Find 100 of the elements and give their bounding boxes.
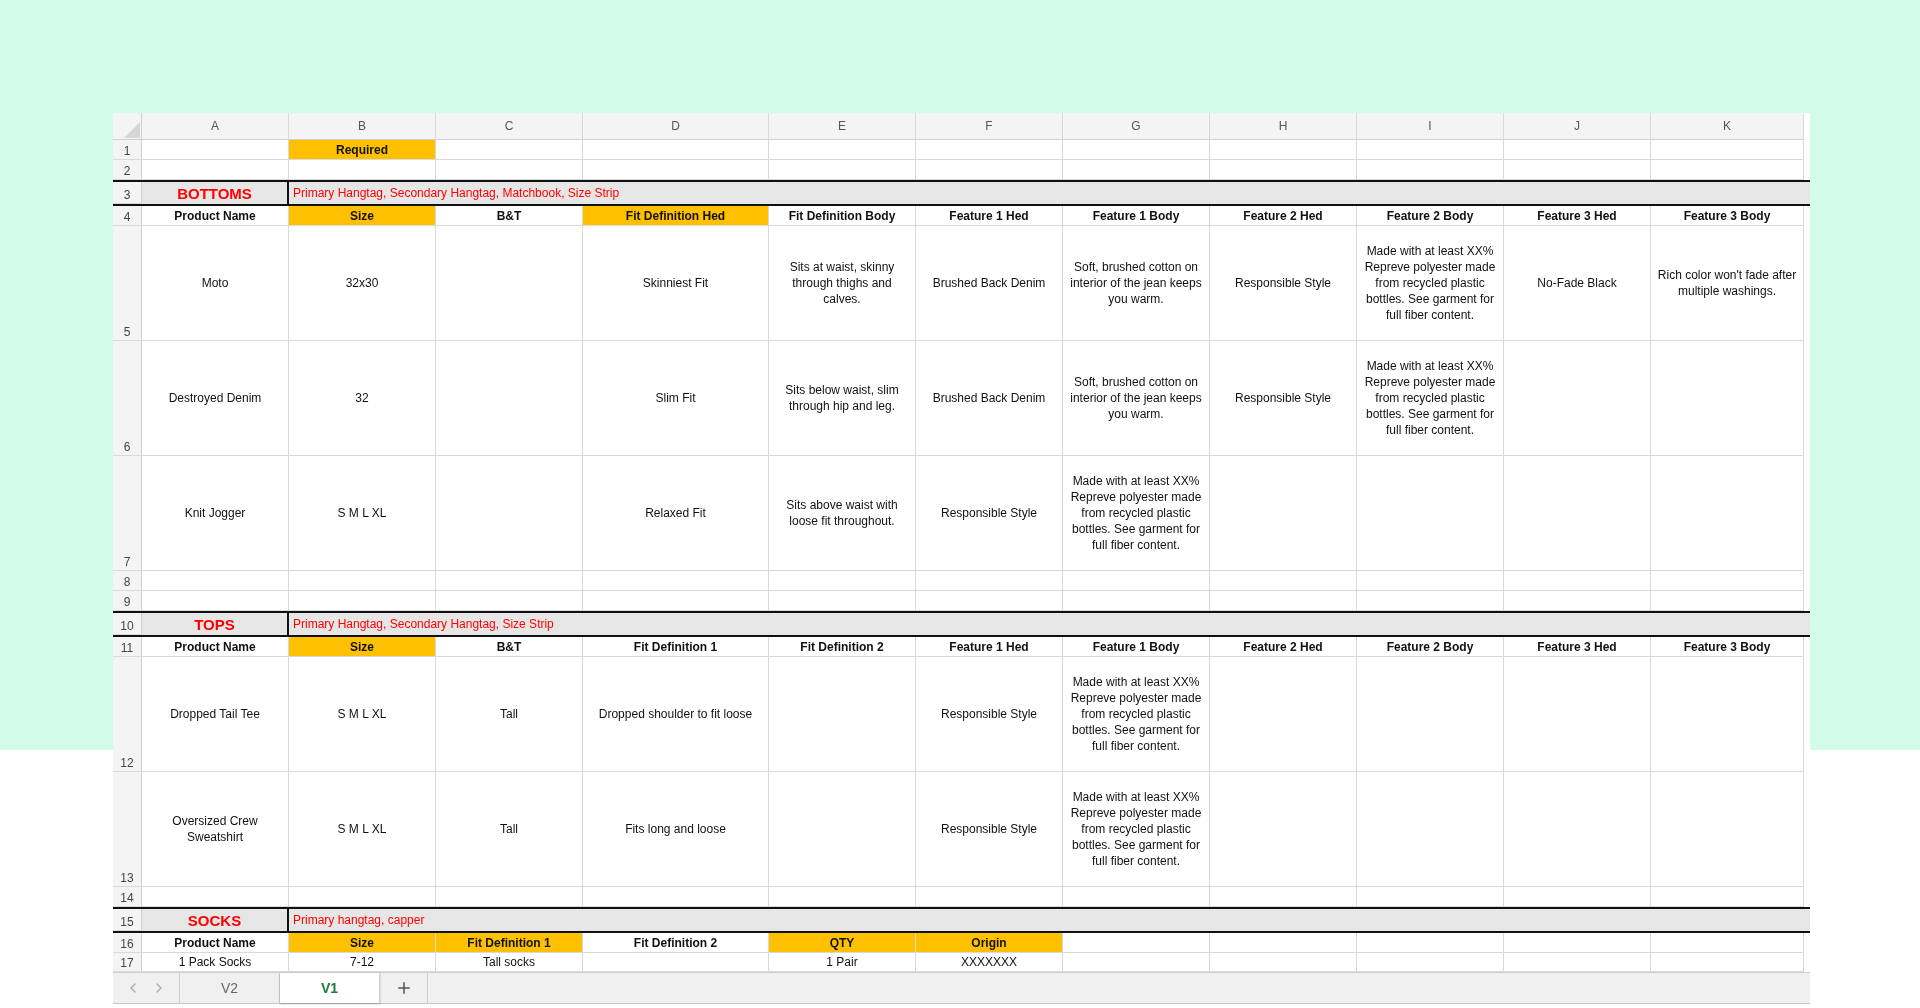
table-cell: Soft, brushed cotton on interior of the jean keeps you warm. — [1063, 341, 1210, 456]
table-cell: Tall socks — [436, 953, 583, 972]
column-letter[interactable]: C — [436, 113, 583, 140]
table-cell: Made with at least XX% Repreve polyester made from recycled plastic bottles. See garment for full fiber content. — [1357, 226, 1504, 341]
table-cell: Brushed Back Denim — [916, 226, 1063, 341]
table-cell: S M L XL — [289, 456, 436, 571]
row-number: 4 — [113, 206, 142, 226]
column-header-cell: Product Name — [142, 206, 289, 226]
column-header-cell: Fit Definition 2 — [769, 637, 916, 657]
table-cell: Slim Fit — [583, 341, 769, 456]
column-letter[interactable]: I — [1357, 113, 1504, 140]
table-cell: Brushed Back Denim — [916, 341, 1063, 456]
column-header-cell: Feature 3 Hed — [1504, 637, 1651, 657]
section-title: SOCKS — [142, 909, 289, 931]
table-cell: Made with at least XX% Repreve polyester made from recycled plastic bottles. See garment for full fiber content. — [1063, 657, 1210, 772]
column-header-cell: Feature 2 Body — [1357, 637, 1504, 657]
column-header-cell: Fit Definition 2 — [583, 933, 769, 953]
table-cell: Made with at least XX% Repreve polyester made from recycled plastic bottles. See garment for full fiber content. — [1357, 341, 1504, 456]
column-letter[interactable]: D — [583, 113, 769, 140]
sheet-tab[interactable]: V1 — [280, 973, 380, 1003]
column-header-cell: Origin — [916, 933, 1063, 953]
table-cell: Soft, brushed cotton on interior of the jean keeps you warm. — [1063, 226, 1210, 341]
table-cell: 1 Pair — [769, 953, 916, 972]
column-header-cell: Fit Definition Hed — [583, 206, 769, 226]
column-letter[interactable]: K — [1651, 113, 1804, 140]
table-cell: Fits long and loose — [583, 772, 769, 887]
column-header-cell: Fit Definition Body — [769, 206, 916, 226]
row-number: 6 — [113, 341, 142, 456]
table-cell: 7-12 — [289, 953, 436, 972]
table-cell: Responsible Style — [916, 657, 1063, 772]
column-header-cell: QTY — [769, 933, 916, 953]
section-note: Primary Hangtag, Secondary Hangtag, Size Strip — [292, 616, 555, 633]
table-cell: Moto — [142, 226, 289, 341]
table-cell: Made with at least XX% Repreve polyester made from recycled plastic bottles. See garment for full fiber content. — [1063, 772, 1210, 887]
column-header-cell: Feature 3 Hed — [1504, 206, 1651, 226]
column-letter[interactable]: E — [769, 113, 916, 140]
table-cell: 32x30 — [289, 226, 436, 341]
row-number: 8 — [113, 571, 142, 591]
column-header-cell: Fit Definition 1 — [436, 933, 583, 953]
column-header-cell: Feature 2 Hed — [1210, 206, 1357, 226]
section-title: BOTTOMS — [142, 182, 289, 204]
row-number: 15 — [113, 909, 142, 931]
column-letter[interactable]: G — [1063, 113, 1210, 140]
table-cell: Tall — [436, 772, 583, 887]
table-cell: 32 — [289, 341, 436, 456]
table-cell: Sits above waist with loose fit throughout. — [769, 456, 916, 571]
row-number: 11 — [113, 637, 142, 657]
column-header-cell: Product Name — [142, 933, 289, 953]
column-header-cell: Feature 3 Body — [1651, 206, 1804, 226]
row-number: 14 — [113, 887, 142, 907]
column-header-cell: Feature 1 Hed — [916, 206, 1063, 226]
column-letter[interactable]: B — [289, 113, 436, 140]
table-cell: Destroyed Denim — [142, 341, 289, 456]
table-cell: Knit Jogger — [142, 456, 289, 571]
row-number: 10 — [113, 613, 142, 635]
table-cell: 1 Pack Socks — [142, 953, 289, 972]
section-title: TOPS — [142, 613, 289, 635]
column-header-cell: Size — [289, 933, 436, 953]
table-cell: Responsible Style — [1210, 226, 1357, 341]
table-cell: Relaxed Fit — [583, 456, 769, 571]
table-cell: S M L XL — [289, 772, 436, 887]
table-cell: Dropped Tail Tee — [142, 657, 289, 772]
table-cell: Sits below waist, slim through hip and leg. — [769, 341, 916, 456]
table-cell: Oversized Crew Sweatshirt — [142, 772, 289, 887]
column-header-cell: Size — [289, 206, 436, 226]
row-number: 13 — [113, 772, 142, 887]
table-cell: S M L XL — [289, 657, 436, 772]
table-cell: Skinniest Fit — [583, 226, 769, 341]
table-cell: Made with at least XX% Repreve polyester made from recycled plastic bottles. See garment for full fiber content. — [1063, 456, 1210, 571]
table-cell: Responsible Style — [1210, 341, 1357, 456]
table-cell: Sits at waist, skinny through thighs and calves. — [769, 226, 916, 341]
column-header-cell: Size — [289, 637, 436, 657]
table-cell: Responsible Style — [916, 772, 1063, 887]
column-header-cell: Required — [289, 140, 436, 160]
column-header-cell: Product Name — [142, 637, 289, 657]
column-letter[interactable]: H — [1210, 113, 1357, 140]
table-cell: Responsible Style — [916, 456, 1063, 571]
column-letter[interactable]: A — [142, 113, 289, 140]
column-letter[interactable]: F — [916, 113, 1063, 140]
column-letter[interactable]: J — [1504, 113, 1651, 140]
select-all-icon[interactable] — [123, 121, 141, 139]
section-note: Primary Hangtag, Secondary Hangtag, Matchbook, Size Strip — [292, 185, 621, 202]
column-header-cell: Feature 2 Body — [1357, 206, 1504, 226]
table-cell: No-Fade Black — [1504, 226, 1651, 341]
column-header-cell: Feature 2 Hed — [1210, 637, 1357, 657]
row-number: 9 — [113, 591, 142, 611]
section-note: Primary hangtag, capper — [292, 912, 426, 929]
row-number: 5 — [113, 226, 142, 341]
row-number: 2 — [113, 160, 142, 180]
table-cell: Tall — [436, 657, 583, 772]
column-header-cell: Feature 1 Body — [1063, 637, 1210, 657]
column-header-cell: Feature 1 Body — [1063, 206, 1210, 226]
table-cell: Rich color won't fade after multiple washings. — [1651, 226, 1804, 341]
table-cell: XXXXXXX — [916, 953, 1063, 972]
row-number: 16 — [113, 933, 142, 953]
row-number: 3 — [113, 182, 142, 204]
row-number: 12 — [113, 657, 142, 772]
table-cell: Dropped shoulder to fit loose — [583, 657, 769, 772]
column-header-cell: B&T — [436, 206, 583, 226]
column-header-cell: Feature 1 Hed — [916, 637, 1063, 657]
